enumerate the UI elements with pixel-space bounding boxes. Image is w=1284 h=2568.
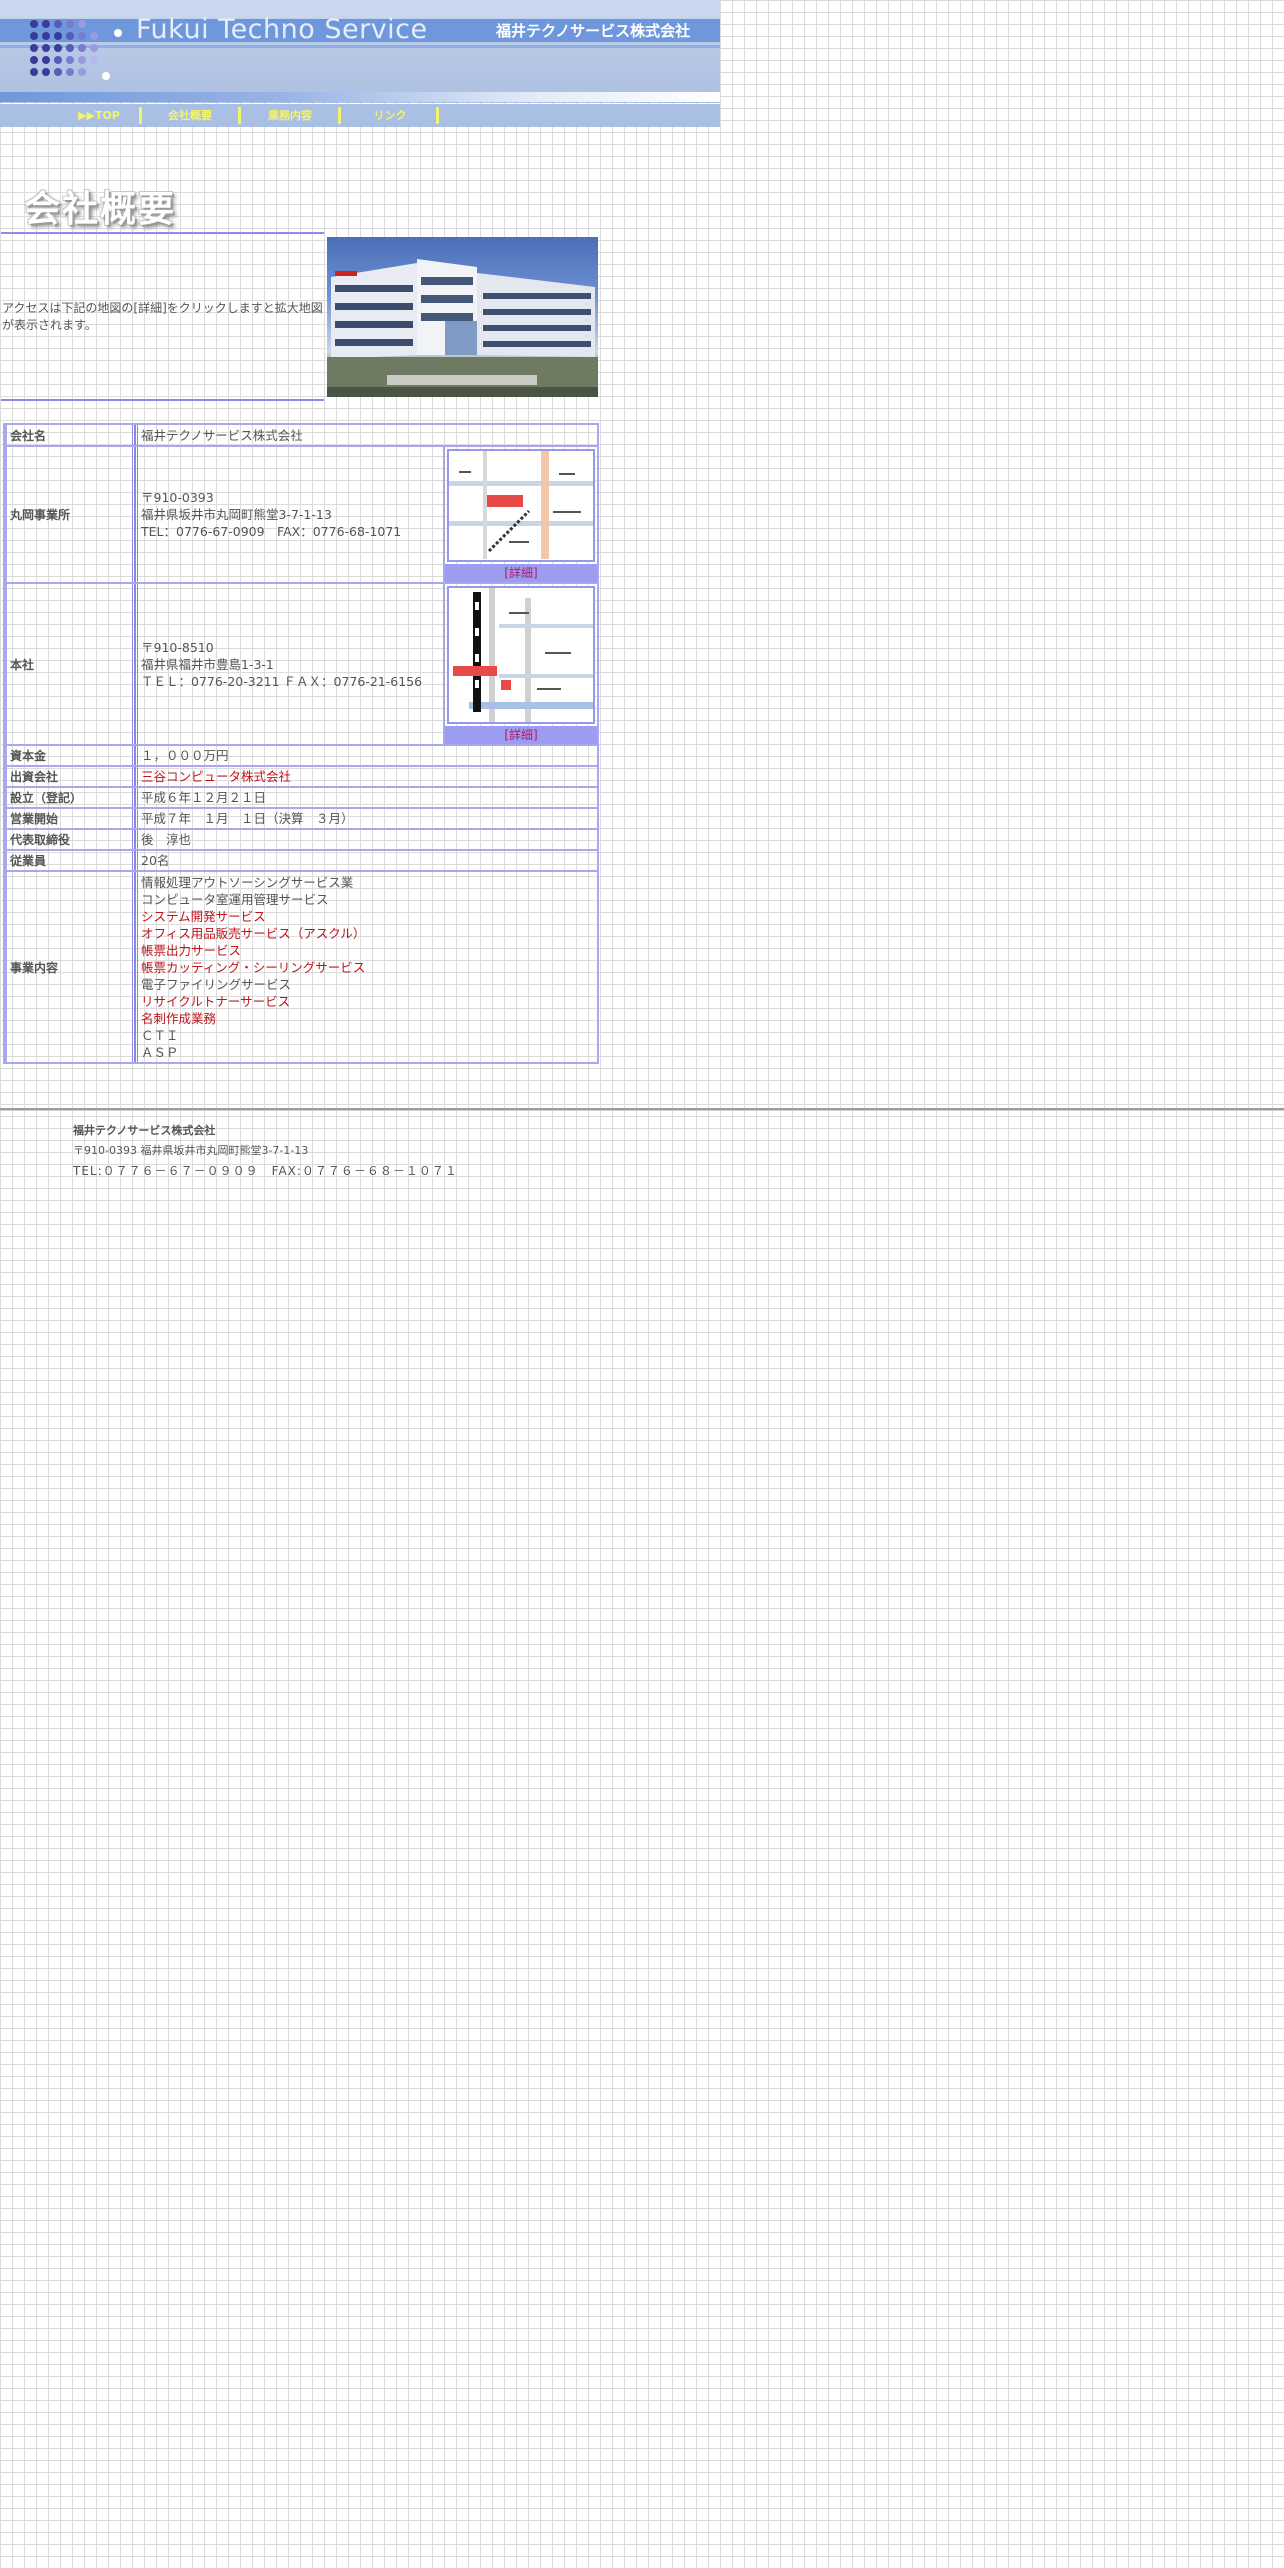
business-item: ＣＴＩ bbox=[141, 1027, 179, 1043]
map-icon bbox=[449, 588, 593, 722]
table-row: 営業開始 平成７年 １月 １日（決算 ３月） bbox=[5, 807, 597, 828]
footer-tel-fax: TEL:０７７６－６７－０９０９ FAX:０７７６－６８－１０７１ bbox=[73, 1164, 458, 1178]
intro-text: アクセスは下記の地図の[詳細]をクリックしますと拡大地図が表示されます。 bbox=[2, 301, 323, 332]
table-row-maruoka: 丸岡事業所 〒910-0393 福井県坂井市丸岡町熊堂3-7-1-13 TEL：… bbox=[5, 445, 597, 582]
nav-business-link[interactable]: 業務内容 bbox=[252, 104, 328, 127]
business-item-link[interactable]: 名刺作成業務 bbox=[141, 1010, 594, 1027]
business-item-link[interactable]: 帳票カッティング・シーリングサービス bbox=[141, 959, 594, 976]
business-item: 情報処理アウトソーシングサービス業 bbox=[141, 874, 354, 890]
maruoka-tel-fax: TEL：0776-67-0909 FAX：0776-68-1071 bbox=[141, 524, 402, 539]
nav-company-link[interactable]: 会社概要 bbox=[152, 104, 228, 127]
map-icon bbox=[449, 451, 593, 559]
business-item: 電子ファイリングサービス bbox=[141, 976, 292, 992]
maruoka-address: 福井県坂井市丸岡町熊堂3-7-1-13 bbox=[141, 507, 332, 522]
maruoka-postal: 〒910-0393 bbox=[141, 490, 214, 505]
table-row: 会社名 福井テクノサービス株式会社 bbox=[5, 425, 597, 445]
banner-bottom-gradient bbox=[0, 92, 720, 102]
business-list: 情報処理アウトソーシングサービス業 コンピュータ室運用管理サービス システム開発… bbox=[135, 872, 597, 1062]
maruoka-label: 丸岡事業所 bbox=[5, 447, 135, 582]
honsha-value: 〒910-8510 福井県福井市豊島1-3-1 ＴＥＬ：0776-20-3211… bbox=[135, 584, 597, 744]
parent-company-link[interactable]: 三谷コンピュータ株式会社 bbox=[141, 768, 594, 785]
table-row: 従業員 20名 bbox=[5, 849, 597, 870]
business-item-link[interactable]: リサイクルトナーサービス bbox=[141, 993, 594, 1010]
company-name-title: 福井テクノサービス株式会社 bbox=[496, 22, 691, 40]
business-item: コンピュータ室運用管理サービス bbox=[141, 891, 329, 907]
table-row: 事業内容 情報処理アウトソーシングサービス業 コンピュータ室運用管理サービス シ… bbox=[5, 870, 597, 1062]
page-title: 会社概要 bbox=[24, 189, 177, 230]
company-name-value: 福井テクノサービス株式会社 bbox=[135, 425, 597, 445]
business-item-link[interactable]: システム開発サービス bbox=[141, 908, 594, 925]
main-nav: ▶▶TOP 会社概要 業務内容 リンク bbox=[0, 104, 720, 127]
table-row: 資本金 １，０００万円 bbox=[5, 744, 597, 765]
maruoka-address-block: 〒910-0393 福井県坂井市丸岡町熊堂3-7-1-13 TEL：0776-6… bbox=[138, 447, 443, 582]
honsha-address-block: 〒910-8510 福井県福井市豊島1-3-1 ＴＥＬ：0776-20-3211… bbox=[138, 584, 443, 744]
honsha-tel-fax: ＴＥＬ：0776-20-3211 ＦＡＸ：0776-21-6156 bbox=[141, 673, 423, 689]
founded-value: 平成６年１２月２１日 bbox=[135, 788, 597, 807]
business-item: ＡＳＰ bbox=[141, 1044, 179, 1060]
capital-value: １，０００万円 bbox=[135, 746, 597, 765]
footer-divider bbox=[0, 1108, 1284, 1111]
site-title: Fukui Techno Service bbox=[136, 14, 428, 45]
honsha-map-image[interactable] bbox=[447, 586, 595, 724]
maruoka-map-image[interactable] bbox=[447, 449, 595, 562]
parent-company-label: 出資会社 bbox=[5, 767, 135, 786]
representative-value: 後 淳也 bbox=[135, 830, 597, 849]
dot-pattern-logo-icon bbox=[30, 20, 122, 80]
table-row: 出資会社 三谷コンピュータ株式会社 bbox=[5, 765, 597, 786]
representative-label: 代表取締役 bbox=[5, 830, 135, 849]
table-row-honsha: 本社 〒910-8510 福井県福井市豊島1-3-1 ＴＥＬ：0776-20-3… bbox=[5, 582, 597, 744]
nav-separator bbox=[139, 107, 142, 124]
business-label: 事業内容 bbox=[5, 872, 135, 1062]
nav-top-link[interactable]: ▶▶TOP bbox=[66, 104, 132, 127]
company-info-table: 会社名 福井テクノサービス株式会社 丸岡事業所 〒910-0393 福井県坂井市… bbox=[3, 423, 599, 1064]
footer-company-name: 福井テクノサービス株式会社 bbox=[73, 1124, 216, 1137]
honsha-map-detail-link[interactable]: [詳細] bbox=[445, 726, 597, 744]
footer: 福井テクノサービス株式会社 〒910-0393 福井県坂井市丸岡町熊堂3-7-1… bbox=[73, 1121, 458, 1181]
founded-label: 設立（登記） bbox=[5, 788, 135, 807]
building-image-icon bbox=[327, 259, 598, 397]
nav-separator bbox=[338, 107, 341, 124]
honsha-postal: 〒910-8510 bbox=[141, 639, 214, 655]
maruoka-map-detail-link[interactable]: [詳細] bbox=[445, 564, 597, 582]
nav-separator bbox=[238, 107, 241, 124]
maruoka-map-cell: [詳細] bbox=[443, 447, 597, 582]
table-row: 代表取締役 後 淳也 bbox=[5, 828, 597, 849]
intro-divider bbox=[1, 399, 324, 401]
heading-divider bbox=[1, 232, 324, 234]
header-banner: Fukui Techno Service 福井テクノサービス株式会社 bbox=[0, 0, 720, 103]
business-start-label: 営業開始 bbox=[5, 809, 135, 828]
business-item-link[interactable]: 帳票出力サービス bbox=[141, 942, 594, 959]
honsha-label: 本社 bbox=[5, 584, 135, 744]
building-photo bbox=[327, 237, 598, 397]
table-row: 設立（登記） 平成６年１２月２１日 bbox=[5, 786, 597, 807]
parent-company-cell: 三谷コンピュータ株式会社 bbox=[135, 767, 597, 786]
footer-address: 〒910-0393 福井県坂井市丸岡町熊堂3-7-1-13 bbox=[73, 1144, 309, 1157]
maruoka-value: 〒910-0393 福井県坂井市丸岡町熊堂3-7-1-13 TEL：0776-6… bbox=[135, 447, 597, 582]
company-name-label: 会社名 bbox=[5, 425, 135, 445]
honsha-map-cell: [詳細] bbox=[443, 584, 597, 744]
business-item-link[interactable]: オフィス用品販売サービス（アスクル） bbox=[141, 925, 594, 942]
business-start-value: 平成７年 １月 １日（決算 ３月） bbox=[135, 809, 597, 828]
honsha-address: 福井県福井市豊島1-3-1 bbox=[141, 656, 274, 672]
nav-separator bbox=[436, 107, 439, 124]
capital-label: 資本金 bbox=[5, 746, 135, 765]
employees-label: 従業員 bbox=[5, 851, 135, 870]
nav-links-link[interactable]: リンク bbox=[352, 104, 428, 127]
employees-value: 20名 bbox=[135, 851, 597, 870]
